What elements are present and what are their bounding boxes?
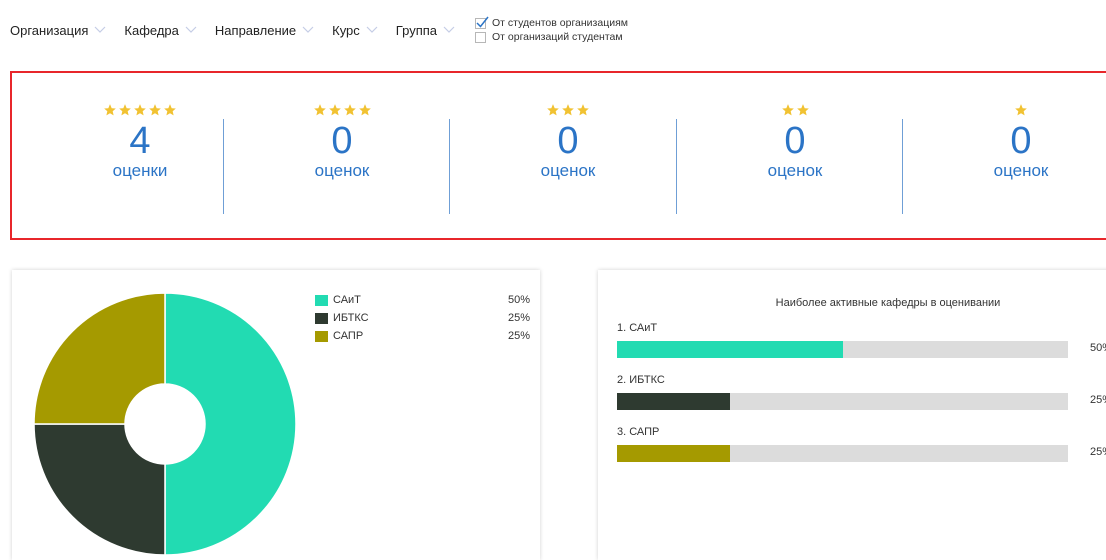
chevron-down-icon (94, 26, 106, 33)
star-icon (104, 104, 116, 116)
rating-2-stars: 0 оценок (725, 103, 865, 181)
chevron-down-icon (302, 26, 314, 33)
bar-item: 3. САПР 25% (617, 426, 1106, 462)
rating-3-stars: 0 оценок (498, 103, 638, 181)
stars-row (70, 103, 210, 119)
department-donut-chart (33, 292, 297, 556)
star-icon (781, 104, 794, 116)
star-icon (358, 104, 371, 116)
checkmark-icon (476, 16, 489, 28)
rating-count: 4 (129, 120, 151, 162)
bar-fill (617, 393, 730, 410)
rating-count: 0 (331, 120, 353, 162)
stars-row (498, 103, 638, 119)
divider (902, 119, 903, 214)
legend-label: ИБТКС (333, 312, 369, 324)
option-students-to-orgs[interactable]: От студентов организациям (475, 16, 628, 30)
filter-bar: Организация Кафедра Направление Курс Гру… (10, 10, 628, 50)
star-icon (328, 104, 341, 116)
rating-word: оценок (314, 161, 370, 180)
checkbox-checked[interactable] (475, 16, 489, 29)
legend-percent: 25% (507, 312, 530, 324)
legend-item: САиТ 50% (315, 291, 530, 309)
legend-label: САПР (333, 330, 364, 342)
bar-label: 2. ИБТКС (617, 374, 665, 386)
option-label: От студентов организациям (492, 17, 628, 29)
rating-word: оценок (993, 161, 1049, 180)
pie-slice (164, 292, 297, 556)
direction-options: От студентов организациям От организаций… (475, 16, 628, 44)
bar-percent: 25% (1090, 446, 1106, 458)
bar-fill (617, 341, 843, 358)
card-title: Наиболее активные кафедры в оценивании (775, 297, 1001, 309)
legend-item: ИБТКС 25% (315, 309, 530, 327)
filter-group[interactable]: Группа (396, 23, 455, 38)
filter-label: Курс (332, 22, 360, 38)
filter-label: Направление (214, 22, 297, 38)
rating-word: оценок (540, 161, 596, 180)
filter-organization[interactable]: Организация (10, 23, 106, 38)
bar-item: 1. САиТ 50% (617, 322, 1106, 358)
legend-percent: 25% (507, 330, 530, 342)
pie-slice (33, 423, 166, 556)
star-icon (577, 104, 589, 116)
bar-percent: 50% (1090, 342, 1106, 354)
legend-swatch (315, 294, 328, 306)
legend-swatch (315, 312, 328, 324)
department-share-card: САиТ 50% ИБТКС 25% САПР 25% (12, 270, 540, 560)
stars-row (951, 103, 1091, 119)
rating-4-stars: 0 оценок (272, 103, 412, 181)
star-icon (1015, 104, 1027, 116)
bar-fill (617, 445, 730, 462)
bar-item: 2. ИБТКС 25% (617, 374, 1106, 410)
star-icon (119, 104, 131, 116)
star-icon (164, 104, 176, 116)
option-label: От организаций студентам (492, 31, 623, 43)
divider (449, 119, 450, 214)
bar-track (617, 341, 1068, 358)
chart-legend: САиТ 50% ИБТКС 25% САПР 25% (315, 291, 530, 345)
rating-count: 0 (1010, 120, 1032, 162)
filter-direction[interactable]: Направление (215, 23, 314, 38)
rating-word: оценок (767, 161, 823, 180)
star-icon (796, 104, 809, 116)
star-icon (149, 104, 161, 116)
chevron-down-icon (185, 26, 197, 33)
rating-word: оценки (112, 161, 168, 180)
legend-percent: 50% (507, 294, 530, 306)
filter-label: Организация (10, 22, 89, 38)
rating-1-star: 0 оценок (951, 103, 1091, 181)
star-icon (562, 104, 574, 116)
star-icon (134, 104, 146, 116)
filter-course[interactable]: Курс (332, 23, 378, 38)
bar-percent: 25% (1090, 394, 1106, 406)
pie-slice (33, 292, 166, 425)
rating-count: 0 (784, 120, 806, 162)
stars-row (725, 103, 865, 119)
bar-track (617, 393, 1068, 410)
star-icon (343, 104, 356, 116)
option-orgs-to-students[interactable]: От организаций студентам (475, 30, 628, 44)
filter-label: Кафедра (124, 22, 179, 38)
star-icon (547, 104, 559, 116)
star-icon (313, 104, 326, 116)
filter-department[interactable]: Кафедра (124, 23, 197, 38)
legend-item: САПР 25% (315, 327, 530, 345)
stars-row (272, 103, 412, 119)
active-departments-card: Наиболее активные кафедры в оценивании 1… (598, 270, 1106, 560)
rating-count: 0 (557, 120, 579, 162)
chevron-down-icon (443, 26, 455, 33)
rating-summary: 4 оценки 0 оценок 0 оценок 0 оценок 0 оц… (10, 71, 1106, 240)
divider (676, 119, 677, 214)
bar-label: 1. САиТ (617, 322, 658, 334)
chevron-down-icon (366, 26, 378, 33)
bar-label: 3. САПР (617, 426, 660, 438)
legend-label: САиТ (333, 294, 361, 306)
legend-swatch (315, 330, 328, 342)
rating-5-stars: 4 оценки (70, 103, 210, 181)
filter-label: Группа (395, 22, 437, 38)
checkbox-unchecked[interactable] (475, 31, 486, 43)
divider (223, 119, 224, 214)
bar-track (617, 445, 1068, 462)
